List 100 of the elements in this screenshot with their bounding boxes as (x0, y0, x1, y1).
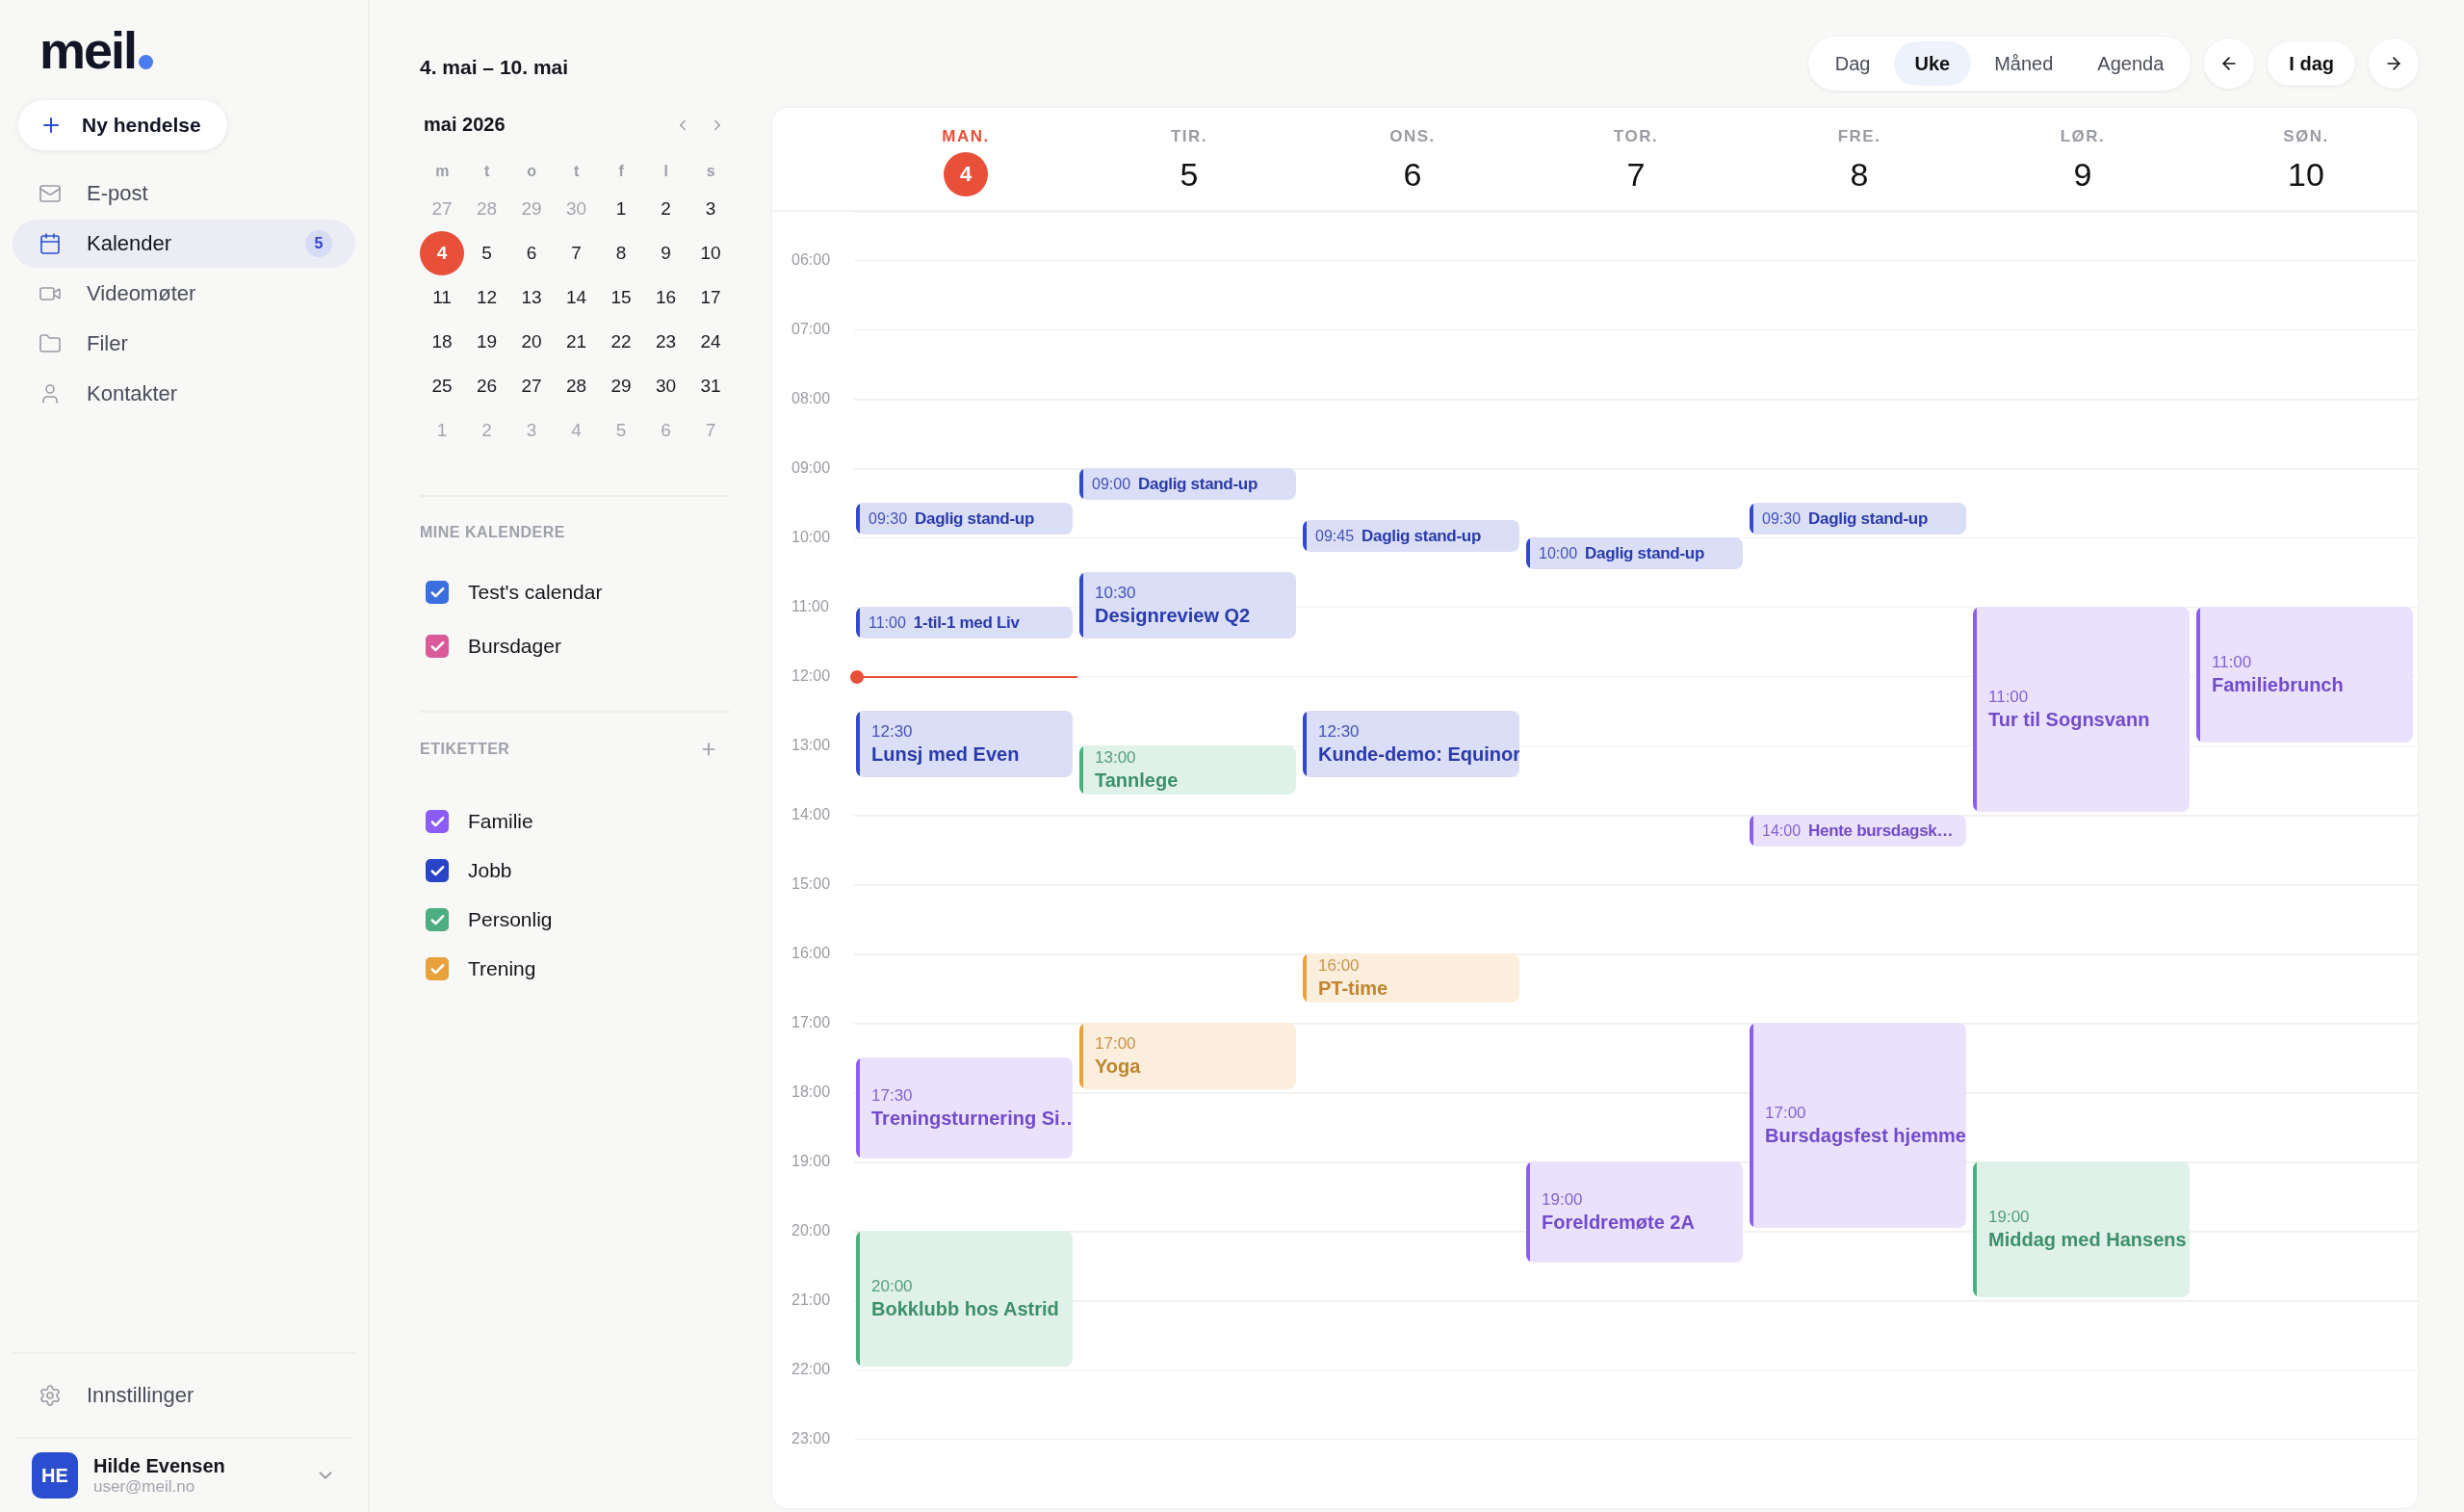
day-number: 8 (1849, 154, 1870, 195)
nav-label: E-post (87, 181, 149, 206)
event-time: 17:30 (871, 1086, 914, 1106)
hour-label: 19:00 (791, 1152, 832, 1171)
day-cell[interactable]: 21 (554, 320, 599, 364)
view-tab[interactable]: Uke (1893, 41, 1972, 86)
avatar: HE (32, 1452, 78, 1499)
weekday-label: s (705, 162, 716, 181)
calendar-label: Trening (468, 957, 536, 980)
day-cell[interactable]: 4 (420, 231, 464, 275)
day-cell[interactable]: 8 (599, 231, 643, 275)
checkbox[interactable] (426, 859, 449, 882)
event[interactable]: 11:00 Familiebrunch (2196, 607, 2413, 743)
event[interactable]: 10:30 Designreview Q2 (1079, 572, 1296, 639)
event[interactable]: 14:00 Hente bursdagsk… (1750, 815, 1966, 847)
settings-item[interactable]: Innstillinger (13, 1354, 355, 1437)
day-cell[interactable]: 26 (464, 364, 509, 408)
day-cell[interactable]: 1 (599, 187, 643, 231)
day-number: 5 (1179, 154, 1200, 195)
day-cell[interactable]: 7 (554, 231, 599, 275)
day-cell[interactable]: 12 (464, 275, 509, 320)
hour-label: 12:00 (791, 666, 832, 686)
event[interactable]: 10:00 Daglig stand-up (1526, 537, 1743, 569)
day-cell[interactable]: 3 (688, 187, 733, 231)
day-number: 10 (2287, 154, 2325, 195)
previous-week-button[interactable] (2204, 39, 2255, 89)
weekday-label: TIR. (1170, 127, 1208, 146)
nav-item[interactable]: Kalender 5 (13, 220, 355, 268)
nav-item[interactable]: Filer (13, 320, 355, 368)
event[interactable]: 12:30 Lunsj med Even (856, 711, 1073, 777)
view-tab[interactable]: Agenda (2076, 41, 2186, 86)
view-tab[interactable]: Dag (1813, 41, 1892, 86)
checkbox[interactable] (426, 908, 449, 931)
event[interactable]: 09:30 Daglig stand-up (856, 503, 1073, 534)
hour-label: 18:00 (791, 1082, 832, 1102)
day-cell[interactable]: 25 (420, 364, 464, 408)
event[interactable]: 09:30 Daglig stand-up (1750, 503, 1966, 534)
day-cell[interactable]: 9 (643, 231, 688, 275)
event[interactable]: 12:30 Kunde-demo: Equinor (1303, 711, 1519, 777)
day-cell[interactable]: 11 (420, 275, 464, 320)
day-cell[interactable]: 28 (554, 364, 599, 408)
day-cell[interactable]: 23 (643, 320, 688, 364)
today-button[interactable]: I dag (2268, 41, 2355, 86)
event-title: Bokklubb hos Astrid (871, 1298, 1060, 1320)
day-cell[interactable]: 27 (509, 364, 554, 408)
day-cell[interactable]: 6 (509, 231, 554, 275)
event[interactable]: 19:00 Foreldremøte 2A (1526, 1161, 1743, 1263)
day-cell[interactable]: 10 (688, 231, 733, 275)
event[interactable]: 11:00 1-til-1 med Liv (856, 607, 1073, 639)
event-time: 17:00 (1765, 1104, 1807, 1123)
user-card[interactable]: HE Hilde Evensen user@meil.no (14, 1437, 353, 1512)
nav-item[interactable]: Videomøter (13, 270, 355, 318)
day-cell[interactable]: 16 (643, 275, 688, 320)
section-heading: MINE KALENDERE (420, 524, 565, 541)
weekday-label: l (662, 162, 669, 181)
day-cell[interactable]: 30 (643, 364, 688, 408)
nav-item[interactable]: Kontakter (13, 370, 355, 418)
checkbox[interactable] (426, 635, 449, 658)
hour-label: 13:00 (791, 736, 832, 755)
weekday-label: t (573, 162, 581, 181)
event-time: 09:00 (1092, 475, 1131, 493)
day-cell[interactable]: 5 (464, 231, 509, 275)
day-number: 6 (1402, 154, 1423, 195)
nav-item[interactable]: E-post (13, 169, 355, 218)
event[interactable]: 09:00 Daglig stand-up (1079, 468, 1296, 500)
day-cell[interactable]: 20 (509, 320, 554, 364)
weekday-label: t (483, 162, 491, 181)
event[interactable]: 11:00 Tur til Sognsvann (1973, 607, 2190, 812)
day-cell[interactable]: 29 (599, 364, 643, 408)
next-week-button[interactable] (2369, 39, 2419, 89)
checkbox[interactable] (426, 810, 449, 833)
new-event-button[interactable]: Ny hendelse (18, 100, 227, 150)
month-title: mai 2026 (424, 114, 506, 136)
hour-label: 14:00 (791, 805, 832, 824)
event-time: 11:00 (1988, 688, 2030, 707)
day-cell[interactable]: 19 (464, 320, 509, 364)
day-cell[interactable]: 22 (599, 320, 643, 364)
event-title: PT-time (1318, 978, 1389, 1000)
day-cell[interactable]: 24 (688, 320, 733, 364)
logo: meil (39, 29, 137, 71)
checkbox[interactable] (426, 581, 449, 604)
day-cell[interactable]: 13 (509, 275, 554, 320)
event-title: Tannlege (1095, 769, 1180, 792)
day-cell[interactable]: 31 (688, 364, 733, 408)
calendar-label: Familie (468, 810, 533, 833)
view-tab[interactable]: Måned (1973, 41, 2075, 86)
hour-label: 09:00 (791, 458, 832, 478)
checkbox[interactable] (426, 957, 449, 980)
day-cell[interactable]: 18 (420, 320, 464, 364)
day-cell[interactable]: 17 (688, 275, 733, 320)
settings-icon (39, 1384, 62, 1407)
day-cell[interactable]: 14 (554, 275, 599, 320)
event[interactable]: 09:45 Daglig stand-up (1303, 520, 1519, 552)
day-cell[interactable]: 15 (599, 275, 643, 320)
event-time: 11:00 (2212, 653, 2253, 672)
event[interactable]: 17:00 Bursdagsfest hjemme (1750, 1023, 1966, 1228)
weekday-label: f (617, 162, 625, 181)
user-email: user@meil.no (93, 1476, 196, 1497)
day-cell[interactable]: 2 (643, 187, 688, 231)
event[interactable]: 17:30 Treningsturnering Si… (856, 1057, 1073, 1159)
